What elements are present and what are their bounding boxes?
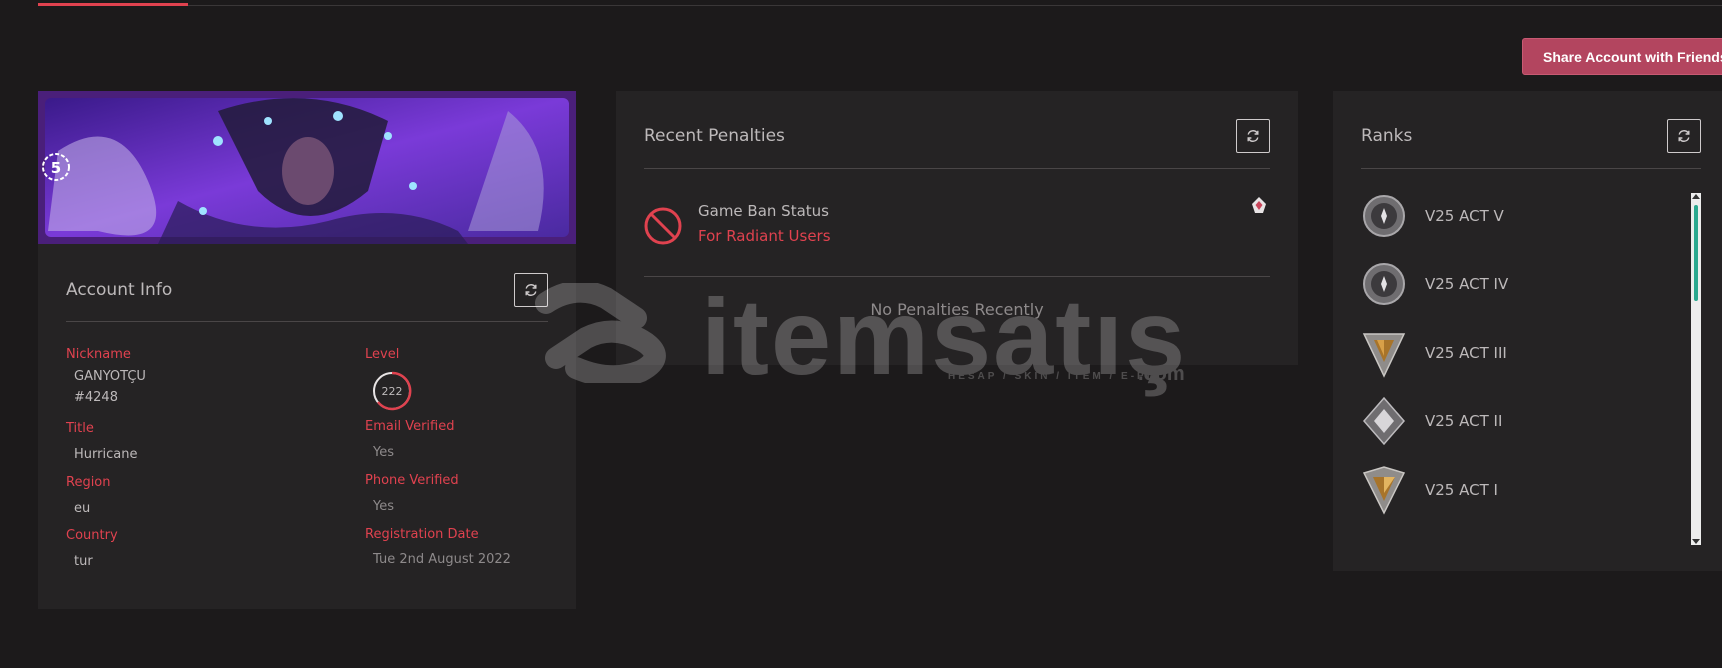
rank-item-act-iii[interactable]: V25 ACT III [1361,324,1691,382]
nickname-value: GANYOTÇU [74,369,146,384]
rank-item-partial [1361,529,1691,535]
ban-icon [644,207,682,245]
player-card-banner: 5 [38,91,576,244]
level-label: Level [365,347,400,362]
rank-name: V25 ACT II [1425,412,1503,430]
share-account-button[interactable]: Share Account with Friends [1522,38,1722,75]
rank-name: V25 ACT V [1425,207,1504,225]
active-tab-indicator [38,3,188,6]
iron-rank-icon [1363,263,1405,305]
scroll-up-arrow-icon[interactable] [1692,194,1700,199]
rank-emblem-icon [1361,531,1407,535]
no-penalties-text: No Penalties Recently [870,300,1044,319]
account-info-card: 5 Account Info Nickname GANYOTÇU #4248 T… [38,91,576,609]
rank-name: V25 ACT IV [1425,275,1509,293]
email-verified-value: Yes [373,445,394,460]
region-value: eu [74,501,91,516]
watermark-tagline: HESAP / SKIN / ITEM / E-PIN [948,371,1163,382]
bronze-rank-icon [1362,333,1406,378]
rank-name: V25 ACT III [1425,344,1507,362]
bronze-rank-icon [1362,466,1406,515]
ranks-scrollbar[interactable] [1691,193,1701,545]
nickname-tag: #4248 [74,390,118,405]
penalties-divider-2 [644,276,1270,277]
refresh-icon [525,284,537,296]
country-label: Country [66,528,118,543]
level-value: 222 [381,384,403,398]
penalties-title: Recent Penalties [644,126,785,146]
penalties-header: Recent Penalties [644,119,1270,153]
refresh-icon [1678,130,1690,142]
rank-name: V25 ACT I [1425,481,1498,499]
country-value: tur [74,554,93,569]
scroll-thumb[interactable] [1694,205,1698,301]
ranks-header: Ranks [1361,119,1701,153]
phone-verified-value: Yes [373,499,394,514]
account-info-header: Account Info [66,273,548,307]
banner-badge: 5 [51,159,61,177]
email-verified-label: Email Verified [365,419,455,434]
region-label: Region [66,475,111,490]
ban-status-value: For Radiant Users [698,227,831,245]
rank-item-act-v[interactable]: V25 ACT V [1361,187,1691,245]
rank-item-act-i[interactable]: V25 ACT I [1361,461,1691,519]
registration-date-value: Tue 2nd August 2022 [373,552,511,567]
level-badge: 222 [372,371,412,411]
watermark-suffix: .com [1138,363,1185,385]
rank-item-act-iv[interactable]: V25 ACT IV [1361,255,1691,313]
penalties-divider [644,168,1270,169]
account-refresh-button[interactable] [514,273,548,307]
recent-penalties-card: Recent Penalties Game Ban Status For Rad… [616,91,1298,365]
ranks-refresh-button[interactable] [1667,119,1701,153]
rank-item-act-ii[interactable]: V25 ACT II [1361,392,1691,450]
refresh-icon [1247,130,1259,142]
nickname-label: Nickname [66,347,131,362]
registration-date-label: Registration Date [365,527,479,542]
ranks-title: Ranks [1361,126,1413,146]
title-label: Title [66,421,94,436]
penalties-refresh-button[interactable] [1236,119,1270,153]
account-info-title: Account Info [66,280,173,300]
tab-underline [38,5,1722,6]
unranked-silver-icon [1363,396,1405,446]
ranks-divider [1361,168,1701,169]
rank-list: V25 ACT V V25 ACT IV V25 ACT III V25 ACT… [1361,187,1691,535]
player-card-art: 5 [38,91,576,244]
scroll-down-arrow-icon[interactable] [1692,539,1700,544]
title-value: Hurricane [74,447,138,462]
iron-rank-icon [1363,195,1405,237]
ban-status-label: Game Ban Status [698,202,829,220]
radiant-rank-icon [1252,197,1266,213]
account-divider [66,321,548,322]
ranks-card: Ranks V25 ACT V V25 ACT IV V25 ACT III V… [1333,91,1722,571]
phone-verified-label: Phone Verified [365,473,459,488]
